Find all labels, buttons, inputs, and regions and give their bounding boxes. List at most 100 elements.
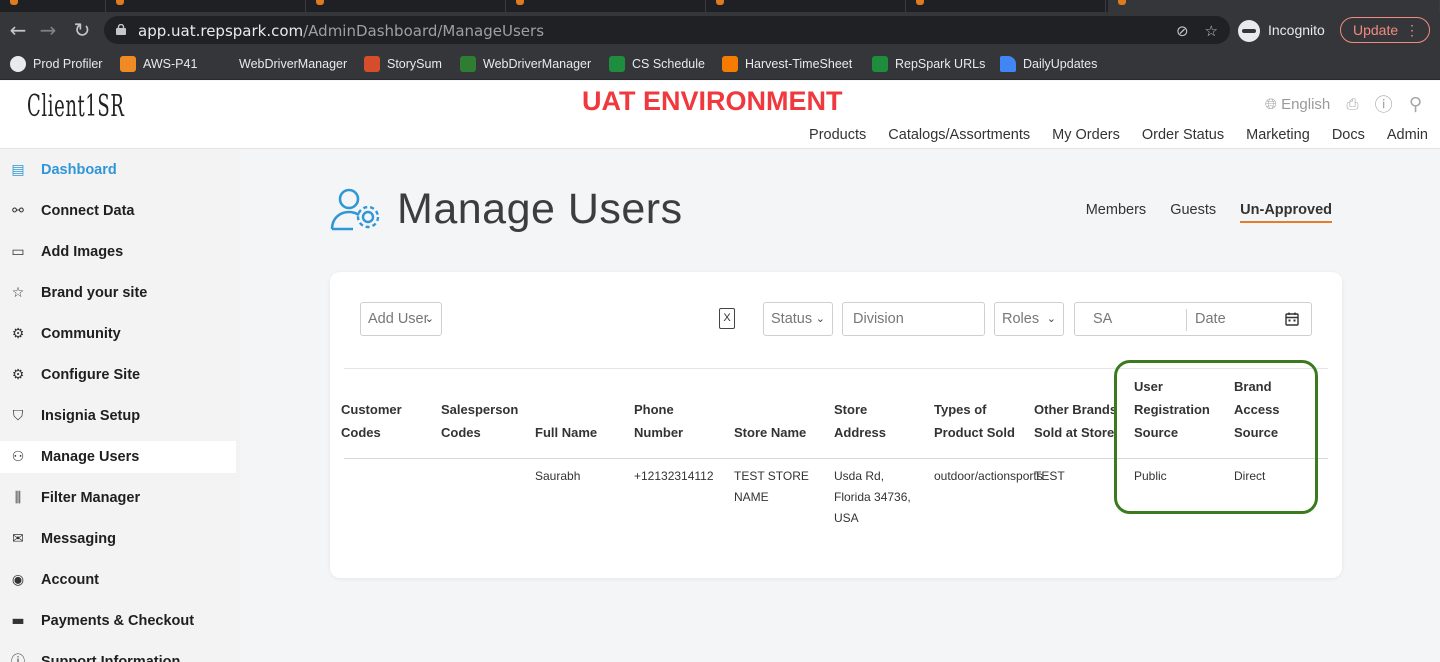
bookmark-favicon-icon bbox=[364, 55, 380, 72]
help-icon[interactable]: ⓘ bbox=[1375, 91, 1393, 117]
column-header-store-name[interactable]: Store Name bbox=[734, 421, 806, 444]
more-vert-icon: ⋮ bbox=[1405, 22, 1419, 38]
tab-guests[interactable]: Guests bbox=[1170, 202, 1216, 218]
sidebar-item-messaging[interactable]: ✉ Messaging bbox=[0, 523, 236, 555]
bookmark-favicon-icon bbox=[722, 55, 738, 72]
calendar-icon[interactable] bbox=[1285, 312, 1299, 326]
column-header-salesperson-codes[interactable]: Salesperson Codes bbox=[441, 398, 518, 444]
pdf-icon[interactable]: ⎙ bbox=[1346, 95, 1358, 113]
incognito-indicator[interactable]: Incognito bbox=[1238, 19, 1325, 43]
tab-members[interactable]: Members bbox=[1086, 202, 1146, 218]
nav-products[interactable]: Products bbox=[809, 127, 866, 143]
status-select[interactable]: Status ⌄ bbox=[763, 302, 833, 336]
bookmark-item[interactable]: DailyUpdates bbox=[1000, 54, 1097, 74]
sidebar-item-filter-manager[interactable]: ⫼ Filter Manager bbox=[0, 482, 236, 514]
address-bar[interactable]: app.uat.repspark.com/AdminDashboard/Mana… bbox=[104, 16, 1230, 44]
field-divider bbox=[1186, 309, 1187, 331]
bookmark-favicon-icon bbox=[1000, 55, 1016, 72]
sidebar-item-label: Account bbox=[41, 572, 99, 588]
bookmark-favicon-icon bbox=[216, 55, 232, 72]
sidebar-item-support-information[interactable]: ⓘ Support Information bbox=[0, 646, 236, 662]
sa-input[interactable]: SA bbox=[1093, 311, 1112, 327]
nav-order-status[interactable]: Order Status bbox=[1142, 127, 1224, 143]
language-selector[interactable]: 🌐︎ English bbox=[1265, 95, 1330, 113]
bookmark-label: Harvest-TimeSheet bbox=[745, 57, 853, 71]
cell-phone: +12132314112 bbox=[634, 469, 714, 483]
bookmark-item[interactable]: StorySum bbox=[364, 54, 442, 74]
sidebar-item-configure-site[interactable]: ⚙ Configure Site bbox=[0, 359, 236, 391]
column-header-full-name[interactable]: Full Name bbox=[535, 421, 597, 444]
document-icon: ▤ bbox=[11, 162, 25, 178]
url-text: app.uat.repspark.com/AdminDashboard/Mana… bbox=[138, 22, 544, 40]
division-input[interactable]: Division bbox=[842, 302, 985, 336]
browser-tab-active[interactable] bbox=[1108, 0, 1440, 12]
column-header-other-brands[interactable]: Other Brands Sold at Store bbox=[1034, 398, 1118, 444]
bookmark-item[interactable]: RepSpark URLs bbox=[872, 54, 985, 74]
brand-logo[interactable]: Client1SR bbox=[27, 89, 125, 124]
bookmark-item[interactable]: AWS-P41 bbox=[120, 54, 197, 74]
browser-tab[interactable] bbox=[506, 0, 706, 12]
back-arrow-icon[interactable]: ← bbox=[6, 18, 30, 42]
incognito-icon bbox=[1238, 20, 1260, 43]
link-icon: ⚯ bbox=[12, 203, 24, 219]
bookmark-item[interactable]: CS Schedule bbox=[609, 54, 705, 74]
column-header-customer-codes[interactable]: Customer Codes bbox=[341, 398, 402, 444]
sidebar-item-label: Community bbox=[41, 326, 121, 342]
nav-admin[interactable]: Admin bbox=[1387, 127, 1428, 143]
header-line: Full Name bbox=[535, 425, 598, 440]
star-icon: ☆ bbox=[11, 285, 25, 301]
status-select-value: Status bbox=[771, 311, 813, 327]
date-input[interactable]: Date bbox=[1195, 303, 1226, 335]
bookmark-item[interactable]: WebDriverManager bbox=[216, 54, 347, 74]
nav-docs[interactable]: Docs bbox=[1332, 127, 1365, 143]
sidebar-item-add-images[interactable]: ▭ Add Images bbox=[0, 236, 236, 268]
column-header-types-of-product-sold[interactable]: Types of Product Sold bbox=[934, 398, 1015, 444]
sidebar-item-brand-your-site[interactable]: ☆ Brand your site bbox=[0, 277, 236, 309]
credit-card-icon: ▬ bbox=[11, 613, 25, 629]
nav-my-orders[interactable]: My Orders bbox=[1052, 127, 1120, 143]
annotation-highlight-box bbox=[1114, 360, 1318, 514]
sidebar-item-account[interactable]: ◉ Account bbox=[0, 564, 236, 596]
browser-tab[interactable] bbox=[0, 0, 106, 12]
add-user-dropdown[interactable]: Add User ⌄ bbox=[360, 302, 442, 336]
bookmark-label: RepSpark URLs bbox=[895, 57, 986, 71]
browser-tab[interactable] bbox=[906, 0, 1106, 12]
sidebar-item-insignia-setup[interactable]: ⛉ Insignia Setup bbox=[0, 400, 236, 432]
nav-marketing[interactable]: Marketing bbox=[1246, 127, 1310, 143]
sidebar-item-payments-checkout[interactable]: ▬ Payments & Checkout bbox=[0, 605, 236, 637]
bookmark-item[interactable]: Harvest-TimeSheet bbox=[722, 54, 852, 74]
bookmarks-bar: Prod Profiler AWS-P41 WebDriverManager S… bbox=[0, 48, 1440, 80]
header-line: Phone bbox=[634, 402, 674, 417]
sidebar-item-label: Configure Site bbox=[41, 367, 141, 383]
browser-tab[interactable] bbox=[106, 0, 306, 12]
cell-line: TEST STORE bbox=[734, 469, 809, 483]
bookmark-label: WebDriverManager bbox=[483, 57, 592, 71]
chevron-down-icon: ⌄ bbox=[1046, 312, 1056, 325]
sidebar-item-manage-users[interactable]: ⚇ Manage Users bbox=[0, 441, 236, 473]
star-bookmark-icon[interactable]: ☆ bbox=[1205, 22, 1218, 40]
browser-tab[interactable] bbox=[306, 0, 506, 12]
sidebar-item-community[interactable]: ⚙ Community bbox=[0, 318, 236, 350]
bookmark-item[interactable]: WebDriverManager bbox=[460, 54, 591, 74]
reload-icon[interactable]: ↻ bbox=[70, 18, 94, 42]
sidebar-item-connect-data[interactable]: ⚯ Connect Data bbox=[0, 195, 236, 227]
column-header-store-address[interactable]: Store Address bbox=[834, 398, 886, 444]
bookmark-label: StorySum bbox=[387, 57, 442, 71]
cell-line: Florida 34736, bbox=[834, 490, 911, 504]
update-button[interactable]: Update ⋮ bbox=[1340, 17, 1430, 43]
eye-slash-icon[interactable]: ⊘ bbox=[1176, 22, 1189, 40]
column-header-phone-number[interactable]: Phone Number bbox=[634, 398, 683, 444]
roles-select[interactable]: Roles ⌄ bbox=[994, 302, 1064, 336]
excel-export-icon[interactable]: X bbox=[719, 308, 735, 329]
forward-arrow-icon[interactable]: → bbox=[36, 18, 60, 42]
tab-un-approved[interactable]: Un-Approved bbox=[1240, 202, 1332, 223]
header-line: Store bbox=[834, 402, 868, 417]
bookmark-item[interactable]: Prod Profiler bbox=[10, 54, 102, 74]
user-profile-icon[interactable]: ⚲ bbox=[1409, 94, 1422, 115]
nav-catalogs-assortments[interactable]: Catalogs/Assortments bbox=[888, 127, 1030, 143]
browser-tab[interactable] bbox=[706, 0, 906, 12]
header-line: Codes bbox=[341, 425, 381, 440]
sidebar-item-dashboard[interactable]: ▤ Dashboard bbox=[0, 154, 236, 186]
image-icon: ▭ bbox=[11, 244, 25, 260]
sidebar-item-label: Insignia Setup bbox=[41, 408, 141, 424]
